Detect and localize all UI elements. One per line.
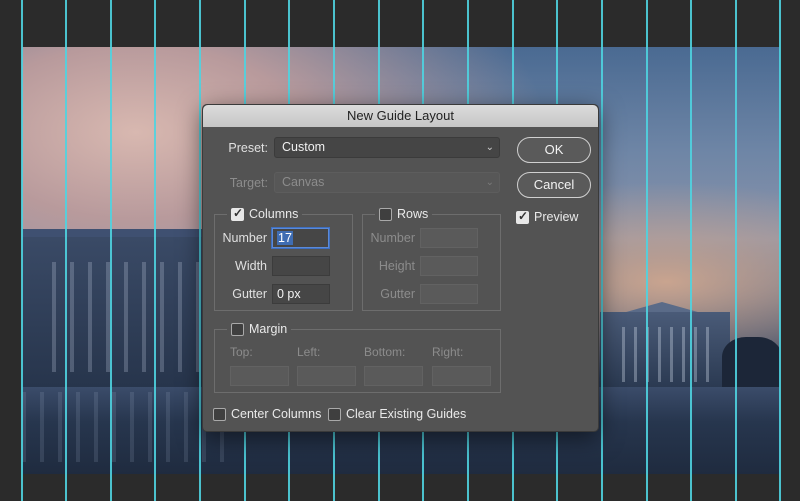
target-select: Canvas ⌄ [274,172,500,193]
columns-gutter-label: Gutter [232,287,267,301]
checkbox-unchecked-icon [328,407,341,421]
column-guide[interactable] [199,0,201,501]
preset-select[interactable]: Custom ⌄ [274,137,500,158]
column-guide[interactable] [690,0,692,501]
chevron-down-icon: ⌄ [485,142,494,153]
ok-button[interactable]: OK [517,137,591,163]
rows-label: Rows [397,207,429,221]
margin-top-input [230,366,289,386]
column-guide[interactable] [735,0,737,501]
clear-existing-guides-label: Clear Existing Guides [346,407,467,421]
margin-left-label: Left: [297,345,321,359]
column-guide[interactable] [646,0,648,501]
margin-checkbox[interactable]: Margin [227,322,292,336]
preview-checkbox[interactable]: Preview [516,209,579,224]
preset-label: Preset: [228,141,268,155]
rows-height-input [420,256,478,276]
column-guide[interactable] [21,0,23,501]
column-guide[interactable] [154,0,156,501]
columns-number-value: 17 [277,231,293,245]
dialog-title[interactable]: New Guide Layout [203,105,598,127]
columns-checkbox[interactable]: Columns [227,206,303,221]
water-reflection [22,392,227,462]
center-columns-checkbox[interactable]: Center Columns [213,407,321,421]
margin-right-input [432,366,491,386]
checkbox-unchecked-icon [213,407,226,421]
new-guide-layout-dialog: New Guide Layout Preset: Custom ⌄ Target… [202,104,599,432]
rows-gutter-label: Gutter [380,287,415,301]
column-guide[interactable] [110,0,112,501]
target-label: Target: [229,176,268,190]
columns-width-label: Width [235,259,267,273]
rows-number-label: Number [370,231,415,245]
columns-label: Columns [249,207,299,221]
checkbox-checked-icon [516,209,529,224]
checkbox-unchecked-icon [231,322,244,336]
checkbox-checked-icon [231,206,244,221]
rows-gutter-input [420,284,478,304]
preview-label: Preview [534,210,579,224]
building-left-columns [52,262,212,372]
rows-height-label: Height [378,259,415,273]
margin-top-label: Top: [230,345,253,359]
margin-right-label: Right: [432,345,464,359]
margin-bottom-label: Bottom: [364,345,406,359]
column-guide[interactable] [779,0,781,501]
rows-checkbox[interactable]: Rows [375,207,433,221]
column-guide[interactable] [65,0,67,501]
chevron-down-icon: ⌄ [485,177,494,188]
columns-width-input[interactable] [272,256,330,276]
columns-number-label: Number [222,231,267,245]
margin-left-input [297,366,356,386]
rows-number-input [420,228,478,248]
cancel-button[interactable]: Cancel [517,172,591,198]
checkbox-unchecked-icon [379,207,392,221]
target-value: Canvas [282,175,325,189]
center-columns-label: Center Columns [231,407,322,421]
columns-number-input[interactable]: 17 [272,228,329,248]
columns-gutter-input[interactable]: 0 px [272,284,330,304]
clear-existing-guides-checkbox[interactable]: Clear Existing Guides [328,407,466,421]
preset-value: Custom [282,140,326,154]
column-guide[interactable] [601,0,603,501]
margin-bottom-input [364,366,423,386]
building-right-columns [622,327,717,382]
trees [722,337,780,387]
margin-label: Margin [249,322,288,336]
